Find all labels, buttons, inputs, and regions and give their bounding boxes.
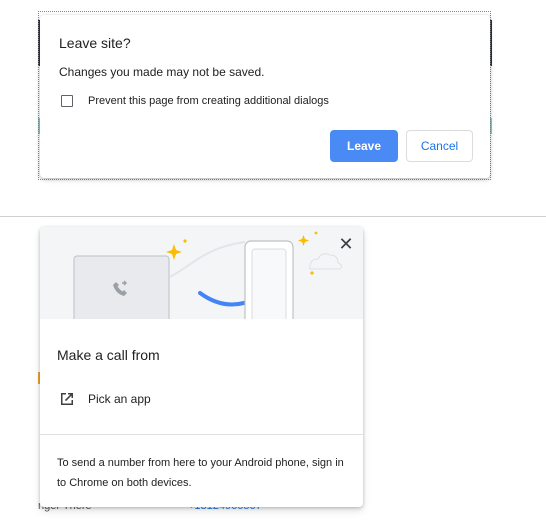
dialog-message: Changes you made may not be saved.	[59, 65, 265, 79]
call-bubble-footer: To send a number from here to your Andro…	[57, 457, 344, 489]
prevent-dialogs-checkbox[interactable]	[61, 95, 73, 107]
call-bubble-separator	[40, 434, 363, 435]
call-illustration-graphic	[54, 231, 343, 330]
call-illustration	[40, 227, 363, 330]
open-external-icon	[61, 393, 73, 405]
cancel-button[interactable]: Cancel	[406, 130, 473, 162]
leave-site-dialog: Leave site? Changes you made may not be …	[40, 15, 490, 178]
call-bubble-title: Make a call from	[57, 347, 160, 363]
pick-an-app-option[interactable]: Pick an app	[40, 382, 363, 416]
close-icon[interactable]: ✕	[337, 235, 355, 253]
leave-button[interactable]: Leave	[330, 130, 398, 162]
prevent-dialogs-label: Prevent this page from creating addition…	[88, 95, 329, 107]
dialog-title: Leave site?	[59, 35, 131, 51]
prevent-dialogs-row[interactable]: Prevent this page from creating addition…	[61, 95, 329, 107]
section-divider	[0, 216, 546, 217]
click-to-call-bubble: ✕ Make a call from Pick an app To send a…	[40, 227, 363, 507]
pick-an-app-label: Pick an app	[88, 392, 151, 406]
